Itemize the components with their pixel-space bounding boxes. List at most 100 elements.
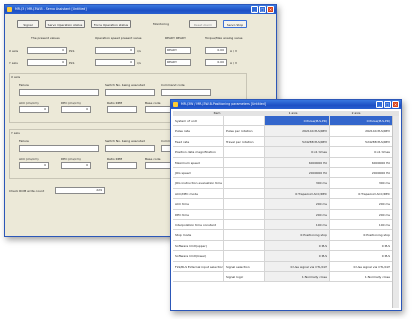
axis1-value[interactable]: 0:x1 times (264, 147, 329, 157)
axis1-value[interactable]: 100 ms (264, 220, 329, 230)
close-button[interactable]: × (267, 6, 274, 13)
axis2-value[interactable]: 100 ms (329, 220, 392, 230)
ready-header: READY READY (165, 36, 186, 40)
speed-unit: r/s (137, 61, 141, 65)
close-button[interactable]: × (392, 101, 399, 108)
axis2-value[interactable]: 0:Positioning stop (329, 230, 392, 240)
parameter-subitem (223, 168, 264, 178)
parameter-row[interactable]: Interpolation time constant 100 ms 100 ms (173, 220, 399, 231)
parameter-row[interactable]: Software limit(lower) 0 PLS 0 PLS (173, 251, 399, 262)
axis1-value[interactable]: 0 PLS (264, 240, 329, 251)
parameter-item: Feed rate (173, 136, 223, 147)
maximize-button[interactable]: □ (259, 6, 266, 13)
axis2-value[interactable]: 6000000 Hz (329, 157, 392, 167)
axis2-value[interactable]: 2000000 Hz (329, 168, 392, 178)
axis1-value[interactable]: 0 PLS (264, 251, 329, 261)
axis2-value[interactable]: 262144 PLS/REV (329, 126, 392, 136)
axis2-value[interactable]: 0:Use signal via CTL/CLT (329, 261, 392, 271)
axis-label: Y axis (9, 61, 18, 65)
parameter-item: DEC time (173, 209, 223, 219)
parameter-row[interactable]: ACC time 200 ms 200 ms (173, 199, 399, 210)
switch-label: Switch No. being executed (105, 83, 145, 87)
position-field: 0 (27, 47, 67, 54)
axis1-value[interactable]: 0:Trapezoid ACC/DEC (264, 188, 329, 199)
parameter-subitem (223, 240, 264, 251)
parameter-row[interactable]: Position data magnification 0:x1 times 0:x… (173, 147, 399, 158)
reset-alarm-button[interactable]: Reset Alarm (189, 20, 217, 28)
axis2-value[interactable]: 0 PLS (329, 251, 392, 261)
axis1-value[interactable]: 200 ms (264, 209, 329, 219)
axis1-value[interactable]: 2000000 Hz (264, 168, 329, 178)
parameter-row[interactable]: DEC time 200 ms 200 ms (173, 209, 399, 220)
base-label: Base code (145, 157, 161, 161)
maximize-button[interactable]: □ (384, 101, 391, 108)
parameter-row[interactable]: JOG instruction evaluation time 300 ms 300… (173, 178, 399, 189)
parameter-row[interactable]: Stop mode 0:Positioning stop 0:Positioning… (173, 230, 399, 241)
parameter-item: ACC time (173, 199, 223, 209)
axis1-value[interactable]: 6000000 Hz (264, 157, 329, 167)
dec-label: DEC (ms/cm) (61, 101, 81, 105)
axis2-value[interactable]: 200 ms (329, 209, 392, 219)
acc-label: ACC (ms/cm) (19, 157, 39, 161)
parameter-item: Software limit(lower) (173, 251, 223, 261)
force-operation-button[interactable]: Force Operation status (91, 20, 131, 28)
parameter-subitem (223, 157, 264, 167)
torque-unit: A / V (230, 49, 238, 53)
ratio-field (107, 162, 137, 169)
parameter-item: System of unit (173, 116, 223, 126)
servo-operation-button[interactable]: Servo Operation status (45, 20, 85, 28)
axis1-value[interactable]: 524288 PLS/REV (264, 136, 329, 147)
parameter-row[interactable]: System of unit 0:Pulse(PLS,PR) 0:Pulse(PLS… (173, 116, 399, 127)
axis1-value[interactable]: 0:Use signal via CTL/CLT (264, 261, 329, 271)
parameters-titlebar[interactable]: MR-J3W / MR-J3W-B-Positioning parameters… (171, 100, 401, 109)
rom-count-field: 229 (55, 187, 105, 194)
axis2-value[interactable]: 524288 PLS/REV (329, 136, 392, 147)
axis2-value[interactable]: 0:Trapezoid ACC/DEC (329, 188, 392, 199)
axis2-value[interactable]: 0 PLS (329, 240, 392, 251)
dec-label: DEC (ms/cm) (61, 157, 81, 161)
parameter-item: JOG speed (173, 168, 223, 178)
axis2-value[interactable]: 1:Normally close (329, 272, 392, 282)
axis2-value[interactable]: 0:Pulse(PLS,PR) (329, 116, 392, 126)
axis1-value[interactable]: 200 ms (264, 199, 329, 209)
command-label: Command code (161, 83, 185, 87)
parameter-row[interactable]: ACC/DEC mode 0:Trapezoid ACC/DEC 0:Trapezo… (173, 188, 399, 200)
axis1-value[interactable]: 1:Normally close (264, 272, 329, 282)
parameter-row[interactable]: Maximum speed 6000000 Hz 6000000 Hz (173, 157, 399, 168)
vertical-scrollbar[interactable] (392, 116, 399, 308)
axis1-value[interactable]: 0:Positioning stop (264, 230, 329, 240)
axis2-value[interactable]: 0:x1 times (329, 147, 392, 157)
axis1-value[interactable]: 262144 PLS/REV (264, 126, 329, 136)
parameter-subitem: Pulse per rotation (223, 126, 264, 136)
parameter-item: FLS/RLS External input selection (173, 261, 223, 271)
parameter-subitem (223, 209, 264, 219)
switch-field (105, 89, 155, 96)
dec-field: 0 (61, 106, 91, 113)
parameter-row[interactable]: Software limit(upper) 0 PLS 0 PLS (173, 240, 399, 252)
torque-header: Torque/Max analog value (205, 36, 243, 40)
axis2-value[interactable]: 200 ms (329, 199, 392, 209)
parameter-item: Position data magnification (173, 147, 223, 157)
axis1-value[interactable]: 0:Pulse(PLS,PR) (264, 116, 329, 126)
parameter-subitem: Travel per rotation (223, 136, 264, 147)
parameter-subitem (223, 251, 264, 261)
torque-field: 0.00 (205, 59, 227, 66)
parameter-row[interactable]: Feed rate Travel per rotation 524288 PLS/R… (173, 136, 399, 148)
servo-stop-button[interactable]: Servo Stop (223, 20, 247, 28)
axis-label: X axis (9, 49, 19, 53)
parameter-item: Software limit(upper) (173, 240, 223, 251)
ratio-label: Ratio RPM (107, 101, 123, 105)
monitor-title: MR-J3 / MR-J3W-B - Servo Assistant [Unti… (15, 7, 87, 11)
signal-button[interactable]: Signal (17, 20, 39, 28)
parameter-row[interactable]: FLS/RLS External input selection Signal s… (173, 261, 399, 272)
minimize-button[interactable]: _ (376, 101, 383, 108)
minimize-button[interactable]: _ (251, 6, 258, 13)
parameter-row[interactable]: Pulse rate Pulse per rotation 262144 PLS/R… (173, 126, 399, 137)
monitor-titlebar[interactable]: MR-J3 / MR-J3W-B - Servo Assistant [Unti… (5, 5, 276, 14)
parameter-subitem: Signal selection (223, 261, 264, 271)
axis1-value[interactable]: 300 ms (264, 178, 329, 188)
parameter-row[interactable]: Signal logic 1:Normally close 1:Normally c… (173, 272, 399, 283)
axis2-value[interactable]: 300 ms (329, 178, 392, 188)
parameter-row[interactable]: JOG speed 2000000 Hz 2000000 Hz (173, 168, 399, 179)
failure-label: Failure (19, 139, 29, 143)
